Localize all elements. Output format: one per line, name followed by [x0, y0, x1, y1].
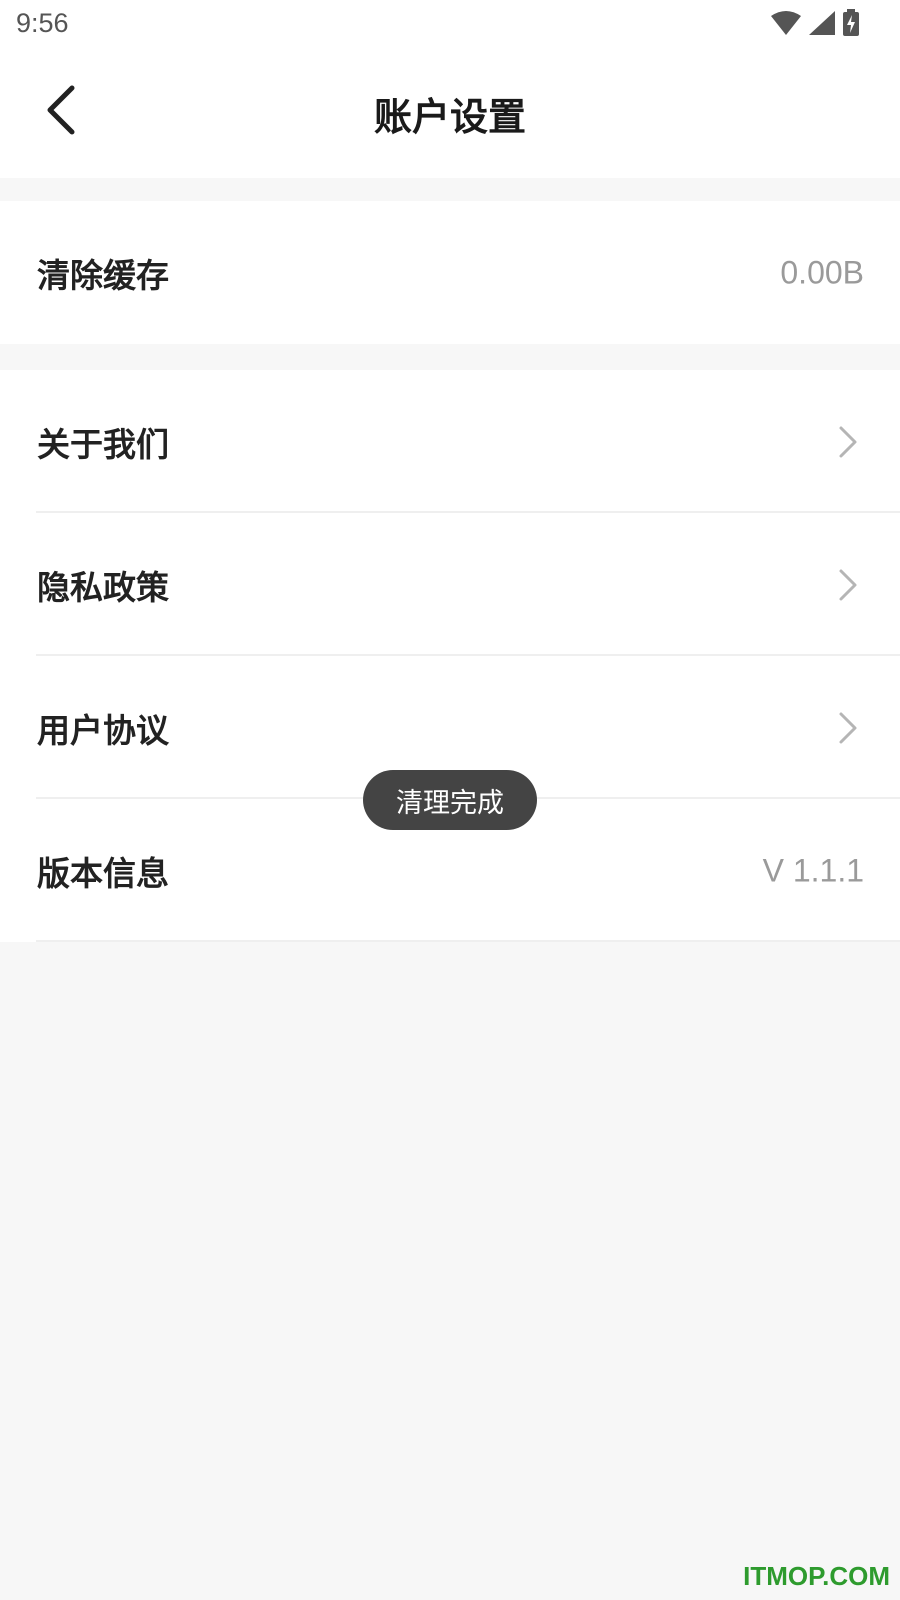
- menu-section: 关于我们 隐私政策 用户协议 版本信息 V 1.1.1: [0, 370, 900, 942]
- header: 账户设置: [0, 50, 900, 178]
- cache-section: 清除缓存 0.00B: [0, 201, 900, 344]
- menu-item-label: 隐私政策: [37, 567, 169, 607]
- chevron-right-icon: [839, 426, 857, 457]
- status-bar: 9:56: [0, 0, 900, 50]
- menu-item-label: 版本信息: [37, 853, 169, 893]
- page-title: 账户设置: [373, 95, 526, 139]
- watermark: ITMOP.COM: [743, 1561, 890, 1591]
- version-value: V 1.1.1: [762, 852, 864, 888]
- menu-item-label: 关于我们: [37, 424, 169, 464]
- signal-icon: [809, 11, 835, 35]
- menu-item-about-us[interactable]: 关于我们: [0, 370, 900, 513]
- chevron-right-icon: [839, 569, 857, 600]
- menu-item-privacy-policy[interactable]: 隐私政策: [0, 513, 900, 656]
- cache-size-value: 0.00B: [780, 254, 864, 290]
- clear-cache-label: 清除缓存: [37, 255, 169, 295]
- wifi-icon: [771, 11, 801, 35]
- status-time: 9:56: [16, 8, 69, 38]
- battery-charging-icon: [843, 9, 859, 36]
- divider: [36, 940, 900, 942]
- toast-message: 清理完成: [363, 770, 537, 830]
- clear-cache-row[interactable]: 清除缓存 0.00B: [0, 201, 900, 344]
- status-icons: [770, 8, 860, 38]
- menu-item-label: 用户协议: [37, 710, 169, 750]
- chevron-right-icon: [839, 712, 857, 743]
